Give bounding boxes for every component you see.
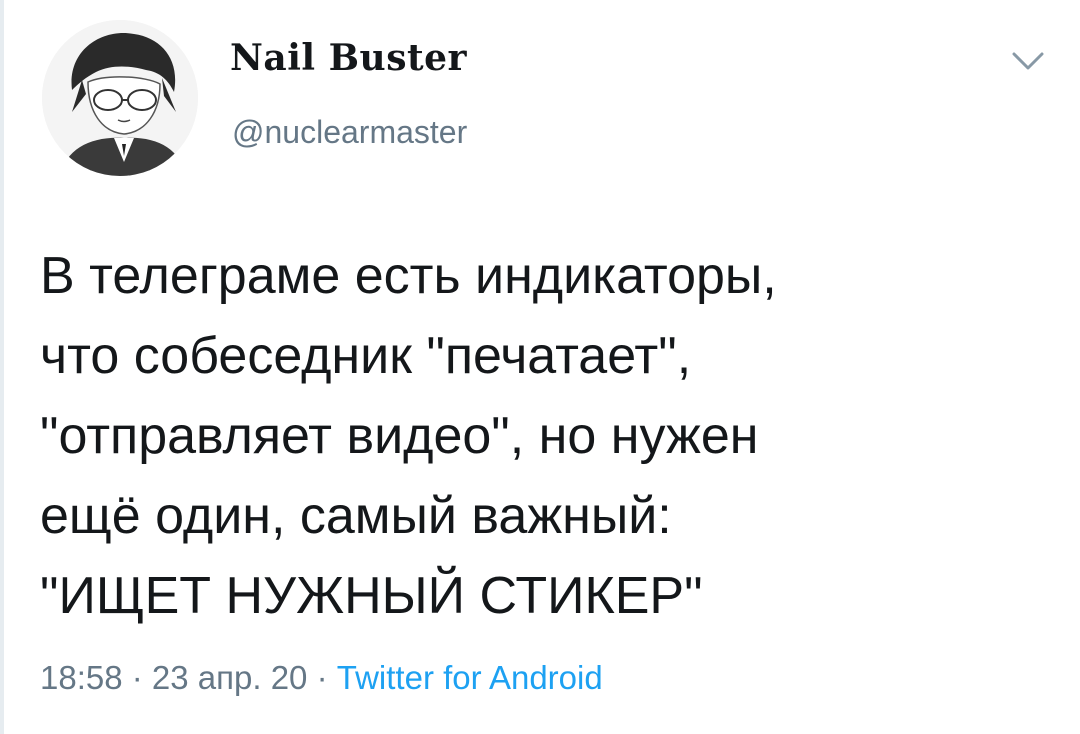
- avatar-image: [42, 20, 198, 176]
- tweet-date[interactable]: 23 апр. 20: [152, 659, 308, 696]
- avatar[interactable]: [42, 20, 198, 176]
- tweet-text-line: В телеграме есть индикаторы,: [40, 247, 777, 305]
- tweet-text-line: "отправляет видео", но нужен: [40, 407, 759, 465]
- tweet-text: В телеграме есть индикаторы, что собесед…: [40, 236, 1050, 636]
- tweet: Nail Buster @nuclearmaster В телеграме е…: [0, 0, 1080, 734]
- tweet-text-line: "ИЩЕТ НУЖНЫЙ СТИКЕР": [40, 567, 703, 625]
- chevron-down-icon[interactable]: [1006, 42, 1050, 78]
- meta-separator: ·: [307, 659, 337, 696]
- tweet-source-link[interactable]: Twitter for Android: [337, 659, 603, 696]
- tweet-meta: 18:58 · 23 апр. 20 · Twitter for Android: [40, 656, 603, 700]
- tweet-time[interactable]: 18:58: [40, 659, 123, 696]
- meta-separator: ·: [122, 659, 152, 696]
- tweet-text-line: ещё один, самый важный:: [40, 487, 672, 545]
- tweet-text-line: что собеседник "печатает",: [40, 327, 692, 385]
- author-handle[interactable]: @nuclearmaster: [232, 112, 467, 152]
- author-display-name[interactable]: Nail Buster: [230, 36, 467, 80]
